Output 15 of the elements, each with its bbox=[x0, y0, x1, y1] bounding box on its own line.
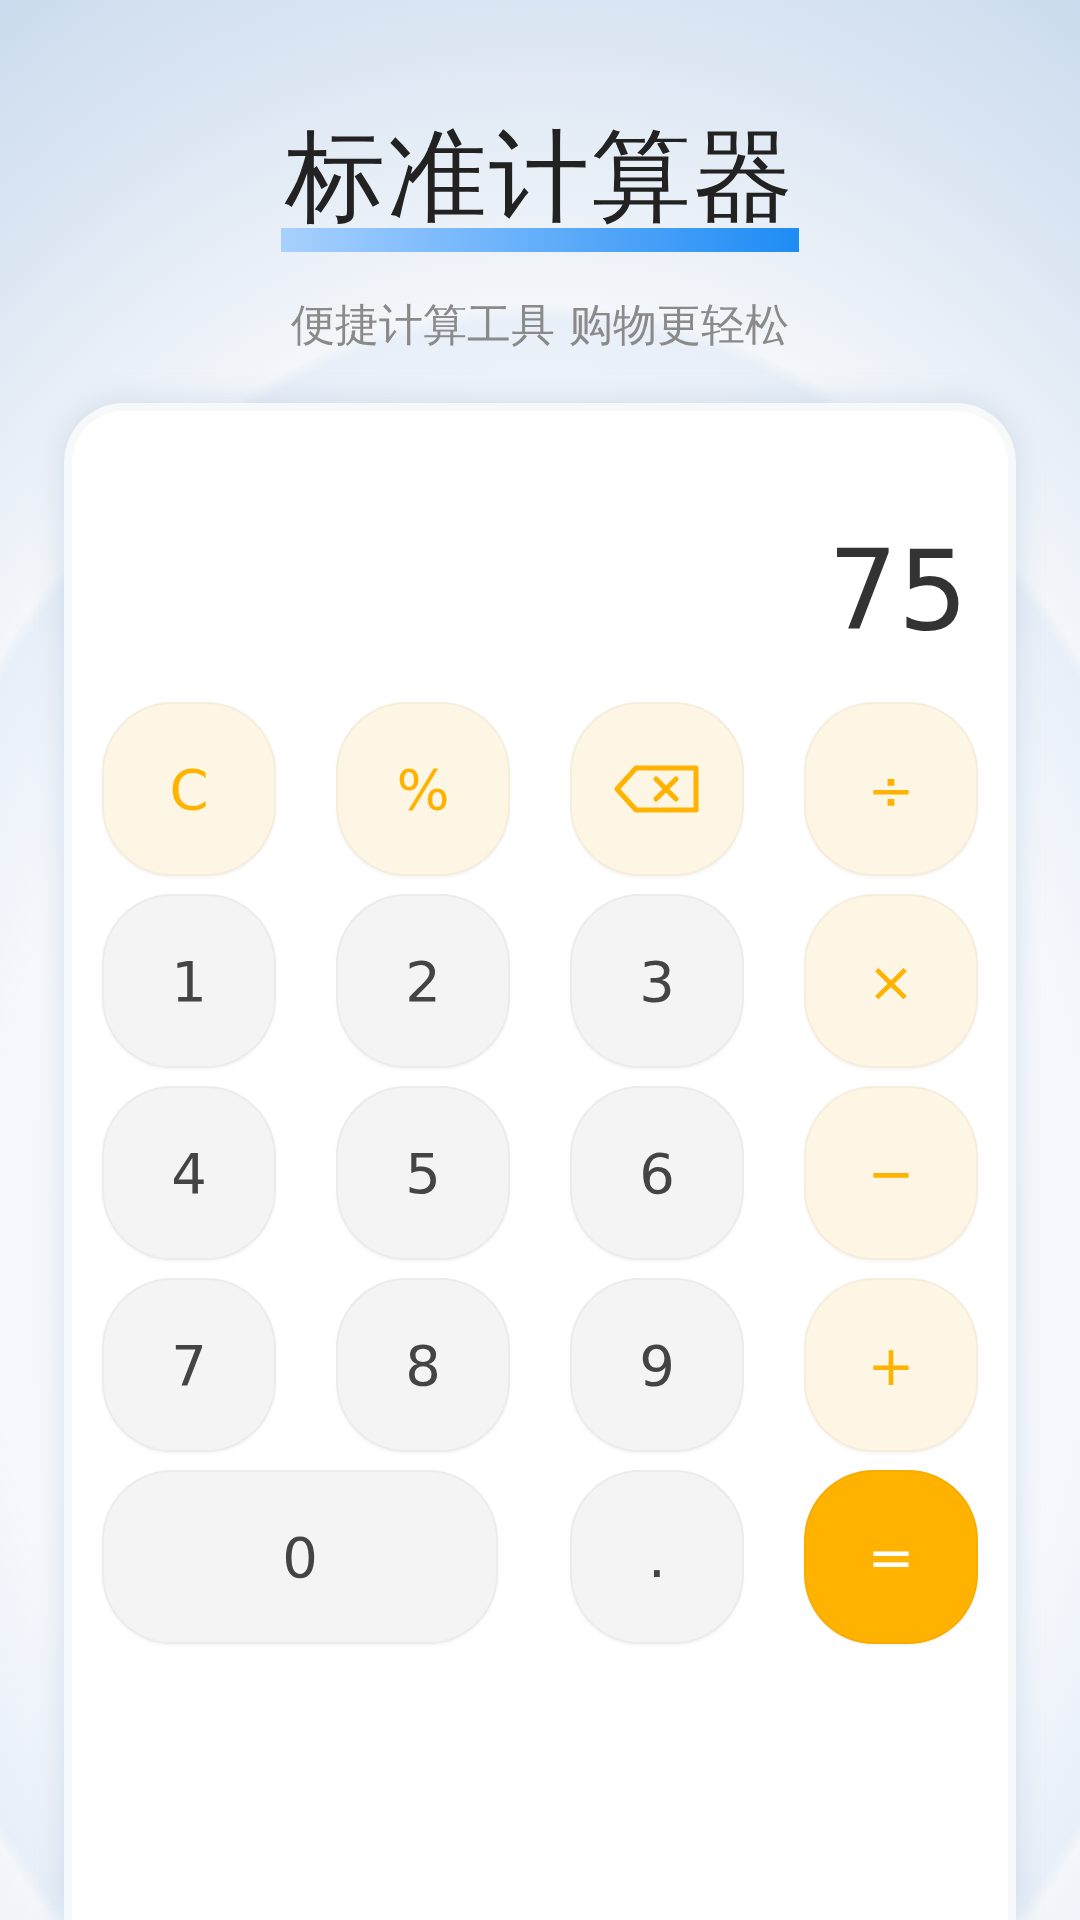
backspace-icon bbox=[614, 765, 700, 813]
digit-key[interactable]: 3 bbox=[570, 894, 744, 1068]
page-subtitle: 便捷计算工具 购物更轻松 bbox=[291, 298, 789, 352]
digit-key[interactable]: 5 bbox=[336, 1086, 510, 1260]
display-value: 75 bbox=[828, 531, 968, 652]
digit-key[interactable]: 8 bbox=[336, 1278, 510, 1452]
digit-key[interactable]: 0 bbox=[102, 1470, 498, 1644]
digit-key[interactable]: 7 bbox=[102, 1278, 276, 1452]
digit-key[interactable]: 9 bbox=[570, 1278, 744, 1452]
digit-key[interactable]: . bbox=[570, 1470, 744, 1644]
digit-key[interactable]: 2 bbox=[336, 894, 510, 1068]
page-title: 标准计算器 bbox=[285, 128, 795, 226]
digit-key[interactable]: 1 bbox=[102, 894, 276, 1068]
digit-key[interactable]: 6 bbox=[570, 1086, 744, 1260]
digit-key[interactable]: 4 bbox=[102, 1086, 276, 1260]
